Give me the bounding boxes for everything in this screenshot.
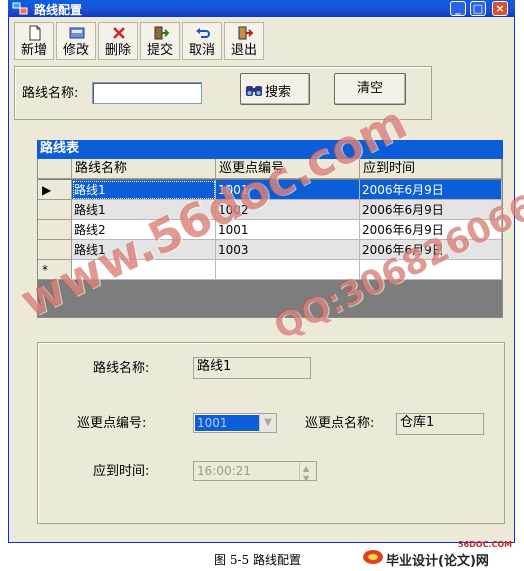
row-header[interactable]: [38, 240, 72, 260]
logo-text: 毕业设计(论文)网: [386, 554, 489, 569]
row-header[interactable]: [38, 200, 72, 220]
new-button-label: 新增: [20, 43, 47, 58]
submit-button-label: 提交: [146, 43, 173, 58]
logo-small-text: 56DOC.COM: [458, 540, 513, 549]
delete-button-label: 删除: [104, 43, 131, 58]
table-cell[interactable]: 1001: [216, 220, 360, 240]
column-header-route-name[interactable]: 路线名称: [72, 159, 216, 179]
table-cell[interactable]: 1002: [216, 200, 360, 220]
title-bar[interactable]: [8, 0, 515, 17]
edit-button[interactable]: 修改: [56, 22, 96, 60]
close-button[interactable]: ×: [492, 1, 508, 16]
figure-caption: 图 5-5 路线配置: [214, 553, 301, 567]
search-route-name-input[interactable]: [92, 82, 202, 104]
detail-route-name-field[interactable]: 路线1: [193, 357, 311, 379]
table-cell[interactable]: 2006年6月9日: [360, 220, 502, 240]
detail-route-name-label: 路线名称:: [93, 361, 150, 376]
detail-point-name-field[interactable]: 仓库1: [396, 413, 484, 435]
detail-point-no-value: 1001: [195, 415, 262, 431]
detail-time-value: 16:00:21: [197, 464, 251, 478]
table-cell-new[interactable]: [72, 260, 216, 280]
row-header-corner: [38, 159, 72, 179]
row-header-current[interactable]: ▶: [38, 180, 72, 200]
table-cell[interactable]: 路线1: [72, 240, 216, 260]
cancel-button[interactable]: 取消: [182, 22, 222, 60]
table-cell[interactable]: 2006年6月9日: [360, 200, 502, 220]
spin-down-icon[interactable]: ▼: [303, 470, 309, 488]
window-title: 路线配置: [34, 3, 83, 17]
detail-time-picker[interactable]: 16:00:21 ▲ ▼: [193, 461, 317, 483]
cancel-button-label: 取消: [188, 43, 215, 58]
logo-icon: [363, 550, 383, 564]
submit-button[interactable]: 提交: [140, 22, 180, 60]
table-cell[interactable]: 1003: [216, 240, 360, 260]
detail-point-no-select[interactable]: 1001 ▼: [193, 413, 277, 433]
table-cell[interactable]: 1001: [216, 180, 360, 200]
table-cell[interactable]: 路线2: [72, 220, 216, 240]
new-button[interactable]: 新增: [14, 22, 54, 60]
table-cell[interactable]: 2006年6月9日: [360, 240, 502, 260]
column-header-point-no[interactable]: 巡更点编号: [216, 159, 360, 179]
minimize-button[interactable]: _: [450, 1, 466, 16]
site-logo: 56DOC.COM 毕业设计(论文)网: [362, 540, 522, 570]
table-cell[interactable]: 路线1: [72, 200, 216, 220]
exit-button[interactable]: 退出: [224, 22, 264, 60]
row-header[interactable]: [38, 220, 72, 240]
app-icon: [12, 2, 28, 15]
detail-time-label: 应到时间:: [93, 464, 150, 479]
clear-button[interactable]: 清空: [334, 73, 406, 105]
column-header-arrival-time[interactable]: 应到时间: [360, 159, 502, 179]
detail-point-no-label: 巡更点编号:: [77, 416, 147, 431]
maximize-button[interactable]: □: [470, 1, 486, 16]
table-cell[interactable]: 2006年6月9日: [360, 180, 502, 200]
row-header-new[interactable]: *: [38, 260, 72, 280]
detail-point-name-label: 巡更点名称:: [305, 416, 375, 431]
table-cell-new[interactable]: [360, 260, 502, 280]
chevron-down-icon[interactable]: ▼: [259, 414, 276, 432]
binoculars-icon: [246, 86, 262, 96]
search-button-label: 搜索: [265, 85, 292, 100]
table-cell-new[interactable]: [216, 260, 360, 280]
search-button[interactable]: 搜索: [240, 73, 310, 105]
route-table-caption: 路线表: [37, 140, 503, 159]
edit-button-label: 修改: [62, 43, 89, 58]
search-route-name-label: 路线名称:: [22, 86, 79, 101]
exit-button-label: 退出: [230, 43, 257, 58]
table-cell[interactable]: 路线1: [72, 180, 216, 200]
time-spinner[interactable]: ▲ ▼: [299, 462, 316, 483]
delete-button[interactable]: 删除: [98, 22, 138, 60]
